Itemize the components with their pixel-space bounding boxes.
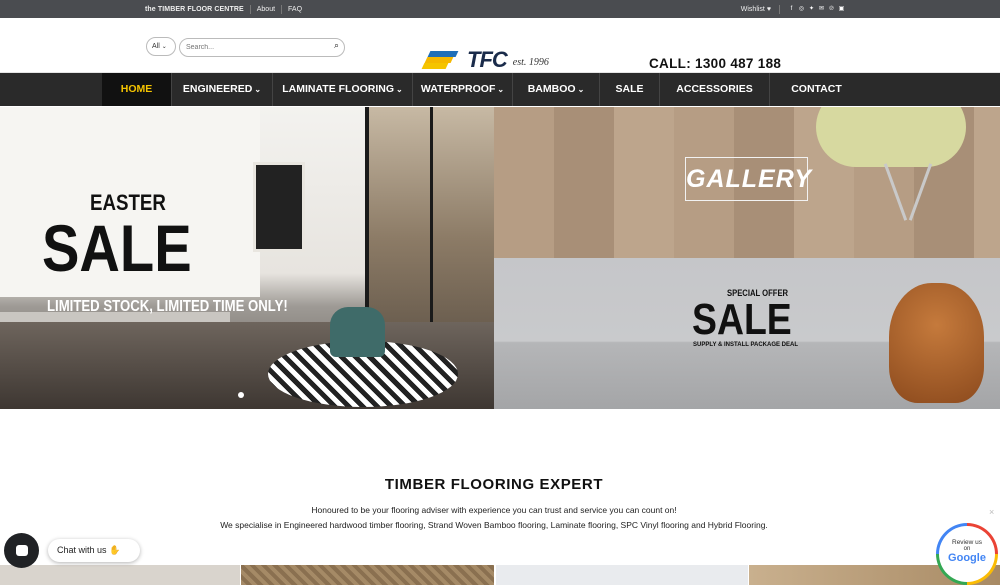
divider (249, 4, 251, 14)
window-frame (430, 107, 433, 327)
chevron-down-icon: ⌄ (577, 85, 585, 94)
offer-image-cat (889, 283, 984, 403)
slide-image-chair (330, 307, 385, 357)
facebook-icon[interactable]: f (788, 6, 795, 13)
offer-subtext: SUPPLY & INSTALL PACKAGE DEAL (693, 342, 799, 348)
chevron-down-icon: ⌄ (396, 85, 403, 94)
nav-label: ENGINEERED (182, 83, 253, 95)
nav-item-engineered[interactable]: ENGINEERED ⌄ (172, 73, 273, 106)
instagram-icon[interactable]: ◎ (798, 6, 805, 13)
wishlist-link[interactable]: Wishlist ♥ (741, 6, 771, 13)
hero-slider[interactable]: EASTER SALE LIMITED STOCK, LIMITED TIME … (0, 107, 494, 409)
search-category-value: All (152, 43, 160, 50)
google-review-badge[interactable]: Review us on Google (936, 523, 998, 585)
nav-item-laminate-flooring[interactable]: LAMINATE FLOORING ⌄ (273, 73, 413, 106)
nav-item-contact[interactable]: CONTACT (770, 73, 863, 106)
nav-label: ACCESSORIES (676, 83, 753, 95)
wishlist-label: Wishlist (740, 5, 765, 13)
logo-tagline: est. 1996 (512, 57, 549, 68)
chat-button[interactable] (4, 533, 39, 568)
chat-icon (15, 545, 28, 556)
chair-leg (883, 163, 908, 221)
slide-sale-text: SALE (42, 211, 192, 285)
chevron-down-icon: ⌄ (254, 85, 262, 94)
site-logo[interactable]: TFC est. 1996 (421, 47, 549, 72)
chat-prompt[interactable]: Chat with us ✋ (48, 539, 140, 562)
product-image[interactable] (241, 565, 494, 585)
logo-text: TFC (467, 47, 508, 72)
nav-label: LAMINATE FLOORING (282, 83, 395, 95)
nav-label: WATERPROOF (420, 83, 496, 95)
nav-item-bamboo[interactable]: BAMBOO ⌄ (513, 73, 600, 106)
slider-dot[interactable] (238, 392, 244, 398)
top-bar-left: the TIMBER FLOOR CENTRE About FAQ (145, 0, 302, 18)
chair-leg (908, 163, 933, 221)
nav-item-home[interactable]: HOME (102, 73, 172, 106)
gallery-image-chair (816, 107, 966, 167)
nav-item-sale[interactable]: SALE (600, 73, 660, 106)
brand-link[interactable]: the TIMBER FLOOR CENTRE (145, 6, 244, 13)
wave-icon: ✋ (109, 545, 121, 555)
section-title: TIMBER FLOORING EXPERT (384, 476, 604, 493)
product-image[interactable] (0, 565, 240, 585)
main-nav: HOME ENGINEERED ⌄ LAMINATE FLOORING ⌄ WATE… (0, 73, 1000, 106)
about-link[interactable]: About (257, 6, 275, 13)
nav-item-waterproof[interactable]: WATERPROOF ⌄ (413, 73, 513, 106)
divider (281, 4, 283, 14)
pinterest-icon[interactable]: ℗ (828, 6, 835, 13)
google-logo: Google (948, 552, 986, 564)
search-input[interactable] (179, 38, 345, 57)
nav-item-accessories[interactable]: ACCESSORIES (660, 73, 770, 106)
intro-line-1: Honoured to be your flooring adviser wit… (311, 505, 677, 515)
intro-line-2: We specialise in Engineered hardwood tim… (220, 520, 768, 530)
faq-link[interactable]: FAQ (288, 6, 302, 13)
chevron-down-icon: ⌄ (161, 44, 167, 50)
chat-label: Chat with us (57, 545, 107, 555)
top-bar: the TIMBER FLOOR CENTRE About FAQ Wishli… (0, 0, 1000, 18)
search-category-select[interactable]: All ⌄ (146, 37, 176, 56)
header: All⌄ ⌕ TFC est. 1996 CALL: 1300 487 188 (0, 18, 1000, 73)
search-bar: All⌄ ⌕ (146, 36, 345, 57)
heart-icon: ♥ (766, 5, 771, 13)
offer-sale-text: SALE (692, 295, 792, 344)
nav-label: CONTACT (791, 83, 842, 95)
nav-label: HOME (120, 83, 153, 95)
twitter-icon[interactable]: ✦ (808, 6, 815, 13)
hero-section: EASTER SALE LIMITED STOCK, LIMITED TIME … (0, 107, 1000, 409)
slide-image-artwork (253, 162, 305, 252)
social-icons: f ◎ ✦ ✉ ℗ ▣ (788, 6, 845, 13)
search-field-wrap: ⌕ (179, 36, 345, 57)
window-frame (365, 107, 369, 327)
email-icon[interactable]: ✉ (818, 6, 825, 13)
close-icon[interactable]: × (989, 507, 994, 517)
special-offer-banner[interactable]: SPECIAL OFFER SALE SUPPLY & INSTALL PACK… (494, 258, 1000, 409)
review-line-1: Review us (952, 539, 982, 546)
gallery-label: GALLERY (685, 157, 811, 201)
phone-number[interactable]: CALL: 1300 487 188 (649, 56, 781, 71)
nav-label: BAMBOO (527, 83, 576, 95)
gallery-banner[interactable]: GALLERY (494, 107, 1000, 258)
search-icon[interactable]: ⌕ (334, 40, 339, 51)
product-image[interactable] (496, 565, 748, 585)
top-bar-right: Wishlist ♥ f ◎ ✦ ✉ ℗ ▣ (741, 0, 845, 18)
logo-mark-icon (421, 51, 461, 69)
nav-label: SALE (615, 83, 644, 95)
slide-subtext: LIMITED STOCK, LIMITED TIME ONLY! (47, 298, 288, 315)
divider (779, 4, 780, 14)
chevron-down-icon: ⌄ (497, 85, 505, 94)
linkedin-icon[interactable]: ▣ (838, 6, 845, 13)
